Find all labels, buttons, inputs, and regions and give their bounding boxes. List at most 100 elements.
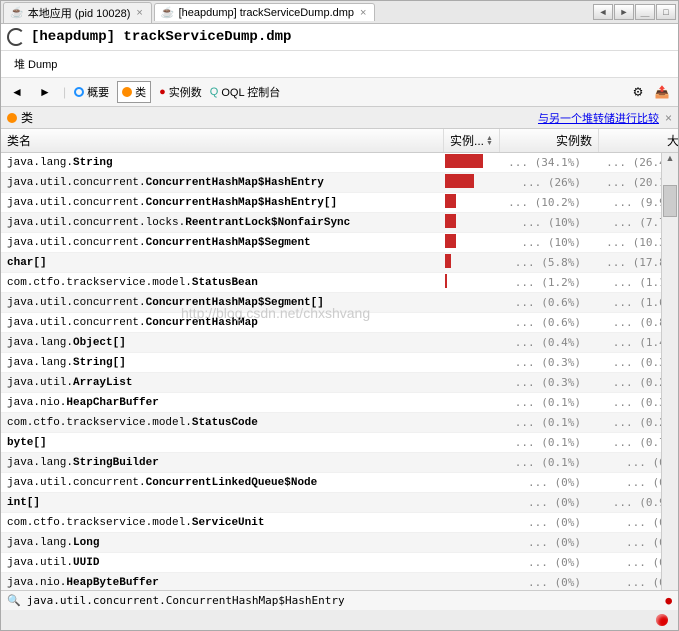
- instances-cell: (0.1%): [489, 416, 587, 429]
- bar-cell: [443, 234, 489, 251]
- size-cell: (17.8%): [587, 256, 661, 269]
- class-name-cell: java.util.concurrent.ConcurrentHashMap$S…: [1, 297, 443, 309]
- close-icon[interactable]: ×: [358, 7, 368, 19]
- instances-cell: (1.2%): [489, 276, 587, 289]
- settings-icon[interactable]: ⚙: [628, 82, 648, 102]
- size-cell: (20.1%): [587, 176, 661, 189]
- table-row[interactable]: com.ctfo.trackservice.model.ServiceUnit …: [1, 513, 661, 533]
- maximize-button[interactable]: □: [656, 4, 676, 20]
- table-body[interactable]: java.lang.String (34.1%) (26.4%)java.uti…: [1, 153, 661, 590]
- tab-label: [heapdump] trackServiceDump.dmp: [179, 7, 354, 19]
- prev-button[interactable]: ◄: [593, 4, 613, 20]
- size-cell: (0%): [587, 556, 661, 569]
- oql-button[interactable]: Q OQL 控制台: [210, 84, 280, 100]
- class-icon: [122, 87, 132, 97]
- bar-cell: [443, 194, 489, 211]
- table-row[interactable]: java.util.concurrent.ConcurrentLinkedQue…: [1, 473, 661, 493]
- toolbar: ◄ ► | 概要 类 ● 实例数 Q OQL 控制台 ⚙ 📤: [1, 78, 678, 107]
- table-row[interactable]: java.util.concurrent.ConcurrentHashMap$S…: [1, 233, 661, 253]
- class-name-cell: char[]: [1, 257, 443, 269]
- export-icon[interactable]: 📤: [652, 82, 672, 102]
- close-icon[interactable]: ×: [665, 111, 672, 125]
- size-cell: (1.6%): [587, 296, 661, 309]
- java-icon: ☕: [10, 6, 24, 19]
- class-name-cell: int[]: [1, 497, 443, 509]
- classes-button[interactable]: 类: [117, 81, 151, 103]
- instances-button[interactable]: ● 实例数: [159, 84, 202, 100]
- table-row[interactable]: com.ctfo.trackservice.model.StatusCode (…: [1, 413, 661, 433]
- vertical-scrollbar[interactable]: ▲: [661, 153, 678, 590]
- size-cell: (0.2%): [587, 416, 661, 429]
- tab-heapdump[interactable]: ☕ [heapdump] trackServiceDump.dmp ×: [154, 3, 376, 21]
- class-name-cell: java.lang.Object[]: [1, 337, 443, 349]
- instances-cell: (5.8%): [489, 256, 587, 269]
- class-name-cell: java.nio.HeapCharBuffer: [1, 397, 443, 409]
- tab-local-app[interactable]: ☕ 本地应用 (pid 10028) ×: [3, 2, 152, 23]
- col-classname[interactable]: 类名: [1, 129, 444, 152]
- compare-link[interactable]: 与另一个堆转储进行比较: [538, 110, 659, 126]
- size-cell: (26.4%): [587, 156, 661, 169]
- back-button[interactable]: ◄: [7, 82, 27, 102]
- refresh-icon[interactable]: [7, 28, 25, 46]
- class-name-cell: com.ctfo.trackservice.model.ServiceUnit: [1, 517, 443, 529]
- record-icon[interactable]: ●: [665, 594, 672, 607]
- table-row[interactable]: java.util.concurrent.ConcurrentHashMap$H…: [1, 173, 661, 193]
- size-cell: (0%): [587, 516, 661, 529]
- instances-cell: (0.1%): [489, 436, 587, 449]
- class-name-cell: java.util.concurrent.ConcurrentLinkedQue…: [1, 477, 443, 489]
- bar-cell: [443, 274, 489, 291]
- table-row[interactable]: java.lang.StringBuilder (0.1%) (0%): [1, 453, 661, 473]
- instances-cell: (0.4%): [489, 336, 587, 349]
- table-row[interactable]: byte[] (0.1%) (0.7%): [1, 433, 661, 453]
- filter-icon[interactable]: 🔍: [7, 594, 21, 607]
- table-row[interactable]: java.lang.String[] (0.3%) (0.3%): [1, 353, 661, 373]
- instances-cell: (0%): [489, 476, 587, 489]
- overview-button[interactable]: 概要: [74, 84, 109, 100]
- panel-title: 类: [21, 109, 33, 126]
- table-row[interactable]: com.ctfo.trackservice.model.StatusBean (…: [1, 273, 661, 293]
- class-name-cell: java.lang.String[]: [1, 357, 443, 369]
- instances-cell: (0%): [489, 536, 587, 549]
- size-cell: (1.1%): [587, 276, 661, 289]
- table-row[interactable]: java.lang.Object[] (0.4%) (1.4%): [1, 333, 661, 353]
- instances-cell: (0.3%): [489, 356, 587, 369]
- panel-header: 类 与另一个堆转储进行比较 ×: [1, 107, 678, 129]
- close-icon[interactable]: ×: [134, 7, 144, 19]
- col-size[interactable]: 大小: [599, 129, 678, 152]
- table-row[interactable]: java.util.concurrent.ConcurrentHashMap$S…: [1, 293, 661, 313]
- instances-cell: (10%): [489, 216, 587, 229]
- bar-cell: [443, 174, 489, 191]
- size-cell: (0.9%): [587, 496, 661, 509]
- table-row[interactable]: char[] (5.8%) (17.8%): [1, 253, 661, 273]
- instances-cell: (0%): [489, 556, 587, 569]
- window-controls: ◄ ► ＿ □: [593, 4, 676, 20]
- col-bar[interactable]: 实例... ▲▼: [444, 129, 500, 152]
- size-cell: (0%): [587, 576, 661, 589]
- table-row[interactable]: java.nio.HeapByteBuffer (0%) (0%): [1, 573, 661, 590]
- table-row[interactable]: java.util.concurrent.ConcurrentHashMap (…: [1, 313, 661, 333]
- table-row[interactable]: java.lang.String (34.1%) (26.4%): [1, 153, 661, 173]
- scrollbar-thumb[interactable]: [663, 185, 677, 217]
- instances-cell: (0.3%): [489, 376, 587, 389]
- minimize-button[interactable]: ＿: [635, 4, 655, 20]
- status-text: java.util.concurrent.ConcurrentHashMap$H…: [27, 594, 345, 607]
- table-row[interactable]: int[] (0%) (0.9%): [1, 493, 661, 513]
- next-button[interactable]: ►: [614, 4, 634, 20]
- table-row[interactable]: java.lang.Long (0%) (0%): [1, 533, 661, 553]
- table-row[interactable]: java.util.UUID (0%) (0%): [1, 553, 661, 573]
- instances-cell: (0.1%): [489, 396, 587, 409]
- size-cell: (7.7%): [587, 216, 661, 229]
- subtab-heapdump[interactable]: 堆 Dump: [5, 53, 66, 75]
- table-row[interactable]: java.util.concurrent.locks.ReentrantLock…: [1, 213, 661, 233]
- table-row[interactable]: java.util.ArrayList (0.3%) (0.2%): [1, 373, 661, 393]
- size-cell: (0.3%): [587, 356, 661, 369]
- class-name-cell: java.util.ArrayList: [1, 377, 443, 389]
- table-row[interactable]: java.nio.HeapCharBuffer (0.1%) (0.3%): [1, 393, 661, 413]
- class-table: http://blog.csdn.net/chxshvang 类名 实例... …: [1, 129, 678, 590]
- forward-button[interactable]: ►: [35, 82, 55, 102]
- table-row[interactable]: java.util.concurrent.ConcurrentHashMap$H…: [1, 193, 661, 213]
- class-name-cell: com.ctfo.trackservice.model.StatusCode: [1, 417, 443, 429]
- sub-tabbar: 堆 Dump: [1, 51, 678, 78]
- status-dot: [656, 614, 668, 626]
- col-instances[interactable]: 实例数: [500, 129, 599, 152]
